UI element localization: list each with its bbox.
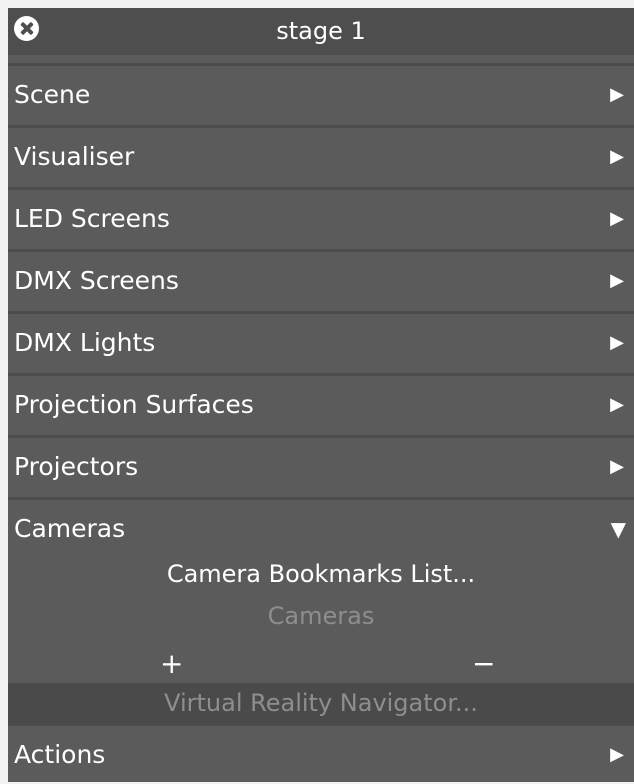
panel-title: stage 1: [276, 17, 366, 45]
menu-item-label: DMX Screens: [14, 266, 179, 295]
title-bar: stage 1: [8, 8, 634, 55]
collapse-arrow-icon: ▼: [610, 517, 626, 541]
menu-item-led-screens[interactable]: LED Screens ▶: [8, 187, 634, 245]
menu-item-label: Scene: [14, 80, 91, 109]
expand-arrow-icon: ▶: [610, 84, 624, 105]
add-camera-button[interactable]: +: [160, 646, 183, 682]
camera-bookmarks-button[interactable]: Camera Bookmarks List...: [8, 560, 634, 588]
menu-item-dmx-lights[interactable]: DMX Lights ▶: [8, 311, 634, 369]
menu-item-visualiser[interactable]: Visualiser ▶: [8, 125, 634, 183]
vr-navigator-button[interactable]: Virtual Reality Navigator...: [8, 683, 634, 723]
menu-item-projectors[interactable]: Projectors ▶: [8, 435, 634, 493]
expand-arrow-icon: ▶: [610, 456, 624, 477]
expand-arrow-icon: ▶: [610, 208, 624, 229]
expand-arrow-icon: ▶: [610, 394, 624, 415]
menu-item-label: Projection Surfaces: [14, 390, 254, 419]
menu-item-scene[interactable]: Scene ▶: [8, 63, 634, 121]
menu-item-label: LED Screens: [14, 204, 170, 233]
menu-item-label: DMX Lights: [14, 328, 156, 357]
expand-arrow-icon: ▶: [610, 146, 624, 167]
menu-item-actions[interactable]: Actions ▶: [8, 723, 634, 781]
menu-item-cameras[interactable]: Cameras ▼: [8, 497, 634, 555]
stage-panel: stage 1 Scene ▶ Visualiser ▶ LED Screens…: [8, 8, 634, 782]
menu-item-label: Projectors: [14, 452, 139, 481]
menu-item-projection-surfaces[interactable]: Projection Surfaces ▶: [8, 373, 634, 431]
menu-item-label: Visualiser: [14, 142, 135, 171]
menu-item-label: Cameras: [14, 514, 126, 543]
menu-item-dmx-screens[interactable]: DMX Screens ▶: [8, 249, 634, 307]
cameras-list-label: Cameras: [267, 602, 375, 630]
expand-arrow-icon: ▶: [610, 744, 624, 765]
remove-camera-button[interactable]: −: [472, 646, 495, 682]
expand-arrow-icon: ▶: [610, 332, 624, 353]
menu-item-label: Actions: [14, 740, 106, 769]
expand-arrow-icon: ▶: [610, 270, 624, 291]
